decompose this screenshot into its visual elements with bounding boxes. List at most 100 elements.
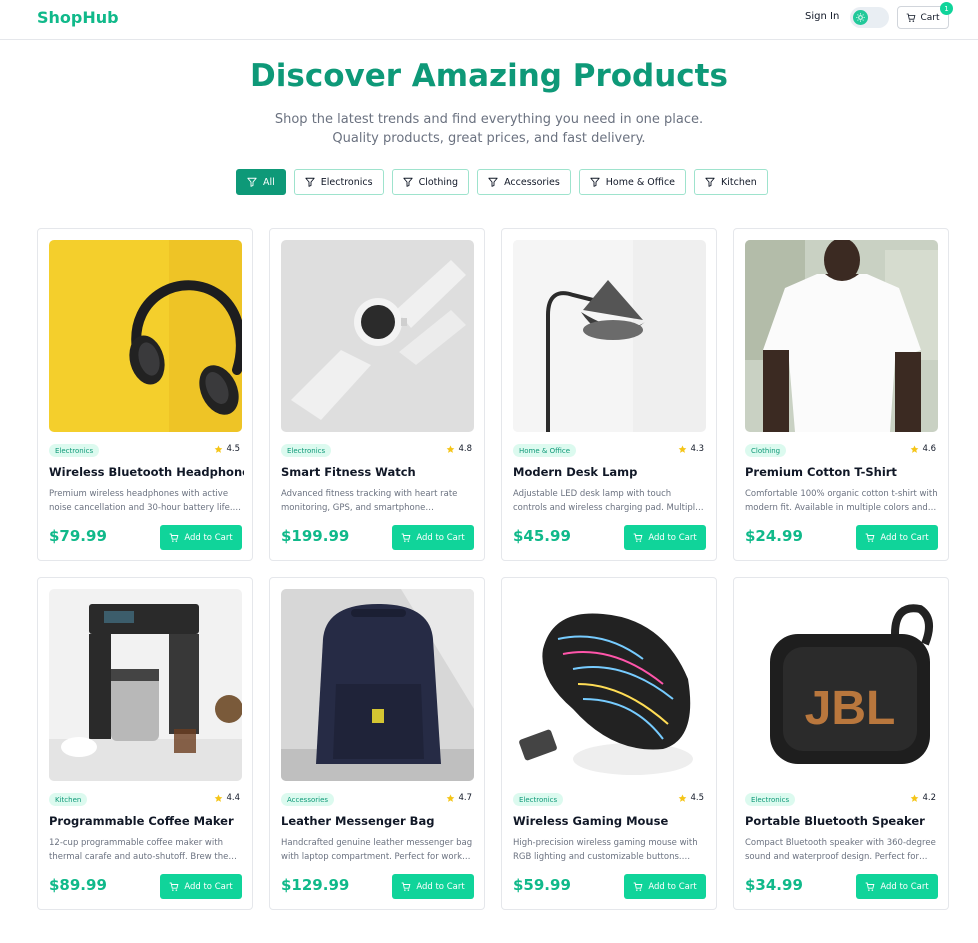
product-name[interactable]: Smart Fitness Watch <box>281 465 476 479</box>
category-badge: Electronics <box>513 793 564 806</box>
product-image[interactable] <box>513 240 706 432</box>
product-card[interactable]: Clothing 4.6 Premium Cotton T-Shirt Comfort… <box>733 228 949 561</box>
filter-clothing[interactable]: Clothing <box>391 169 470 195</box>
add-to-cart-button[interactable]: Add to Cart <box>856 874 938 899</box>
product-name[interactable]: Modern Desk Lamp <box>513 465 708 479</box>
cart-icon <box>401 533 411 543</box>
product-image[interactable] <box>513 589 706 781</box>
product-name[interactable]: Leather Messenger Bag <box>281 814 476 828</box>
product-card[interactable]: Home & Office 4.3 Modern Desk Lamp Adjustab… <box>501 228 717 561</box>
product-description: Advanced fitness tracking with heart rat… <box>281 489 458 513</box>
filter-accessories[interactable]: Accessories <box>477 169 571 195</box>
product-description: Compact Bluetooth speaker with 360-degre… <box>745 838 936 862</box>
add-to-cart-label: Add to Cart <box>184 532 233 543</box>
product-description: 12-cup programmable coffee maker with th… <box>49 838 229 862</box>
product-meta: Kitchen 4.4 <box>49 793 242 807</box>
star-icon <box>678 445 687 454</box>
star-icon <box>446 794 455 803</box>
filter-icon <box>590 177 600 187</box>
cart-icon <box>633 882 643 892</box>
cart-icon <box>865 533 875 543</box>
product-description: Premium wireless headphones with active … <box>49 489 233 513</box>
product-image[interactable] <box>49 589 242 781</box>
rating-value: 4.8 <box>458 444 472 454</box>
cart-icon <box>169 882 179 892</box>
cart-icon <box>907 13 916 22</box>
product-card[interactable]: Electronics 4.5 Wireless Gaming Mouse High-… <box>501 577 717 910</box>
add-to-cart-button[interactable]: Add to Cart <box>624 874 706 899</box>
cart-icon <box>865 882 875 892</box>
product-rating: 4.7 <box>446 793 472 803</box>
product-name[interactable]: Premium Cotton T-Shirt <box>745 465 940 479</box>
product-name[interactable]: Programmable Coffee Maker <box>49 814 244 828</box>
rating-value: 4.7 <box>458 793 472 803</box>
rating-value: 4.4 <box>226 793 240 803</box>
product-card[interactable]: Kitchen 4.4 Programmable Coffee Maker 12-cu… <box>37 577 253 910</box>
brand-logo[interactable]: ShopHub <box>37 8 119 27</box>
filter-icon <box>488 177 498 187</box>
add-to-cart-label: Add to Cart <box>880 881 929 892</box>
filter-home-office[interactable]: Home & Office <box>578 169 687 195</box>
category-badge: Clothing <box>745 444 787 457</box>
product-meta: Clothing 4.6 <box>745 444 938 458</box>
product-name[interactable]: Portable Bluetooth Speaker <box>745 814 940 828</box>
filter-label: Kitchen <box>721 176 757 188</box>
sun-icon <box>853 10 868 25</box>
product-meta: Electronics 4.5 <box>513 793 706 807</box>
cart-label: Cart <box>920 12 940 23</box>
page-title: Discover Amazing Products <box>250 58 728 94</box>
product-card[interactable]: Electronics 4.5 Wireless Bluetooth Headpho… <box>37 228 253 561</box>
product-name[interactable]: Wireless Bluetooth Headphones <box>49 465 244 479</box>
add-to-cart-label: Add to Cart <box>184 881 233 892</box>
add-to-cart-button[interactable]: Add to Cart <box>856 525 938 550</box>
add-to-cart-button[interactable]: Add to Cart <box>160 525 242 550</box>
product-price: $34.99 <box>745 876 803 894</box>
rating-value: 4.2 <box>922 793 936 803</box>
product-image[interactable] <box>281 589 474 781</box>
add-to-cart-button[interactable]: Add to Cart <box>160 874 242 899</box>
star-icon <box>910 794 919 803</box>
page-subtitle: Shop the latest trends and find everythi… <box>274 112 704 146</box>
product-image[interactable] <box>49 240 242 432</box>
add-to-cart-label: Add to Cart <box>416 532 465 543</box>
product-meta: Electronics 4.5 <box>49 444 242 458</box>
product-image[interactable] <box>281 240 474 432</box>
product-price: $59.99 <box>513 876 571 894</box>
filter-label: Home & Office <box>605 176 676 188</box>
theme-toggle[interactable] <box>850 7 889 28</box>
product-image[interactable]: JBL <box>745 589 938 781</box>
filter-electronics[interactable]: Electronics <box>293 169 384 195</box>
rating-value: 4.3 <box>690 444 704 454</box>
add-to-cart-button[interactable]: Add to Cart <box>392 525 474 550</box>
rating-value: 4.6 <box>922 444 936 454</box>
product-price: $89.99 <box>49 876 107 894</box>
product-card[interactable]: JBL Electronics 4.2 Portable Bluetooth Spea… <box>733 577 949 910</box>
add-to-cart-label: Add to Cart <box>416 881 465 892</box>
top-nav: ShopHub Sign In Cart 1 <box>0 0 978 40</box>
cart-count-badge: 1 <box>940 2 953 15</box>
add-to-cart-button[interactable]: Add to Cart <box>624 525 706 550</box>
filter-kitchen[interactable]: Kitchen <box>694 169 768 195</box>
product-image[interactable] <box>745 240 938 432</box>
product-price: $79.99 <box>49 527 107 545</box>
product-card[interactable]: Electronics 4.8 Smart Fitness Watch Advance… <box>269 228 485 561</box>
product-name[interactable]: Wireless Gaming Mouse <box>513 814 708 828</box>
filter-all[interactable]: All <box>236 169 286 195</box>
star-icon <box>446 445 455 454</box>
filter-icon <box>705 177 715 187</box>
category-filters: All Electronics Clothing Accessories Home & … <box>236 169 768 195</box>
product-description: High-precision wireless gaming mouse wit… <box>513 838 698 862</box>
product-price: $24.99 <box>745 527 803 545</box>
category-badge: Kitchen <box>49 793 88 806</box>
svg-text:JBL: JBL <box>805 682 896 735</box>
filter-icon <box>247 177 257 187</box>
filter-icon <box>402 177 413 187</box>
add-to-cart-button[interactable]: Add to Cart <box>392 874 474 899</box>
product-meta: Home & Office 4.3 <box>513 444 706 458</box>
product-description: Adjustable LED desk lamp with touch cont… <box>513 489 701 513</box>
product-card[interactable]: Accessories 4.7 Leather Messenger Bag Handc… <box>269 577 485 910</box>
sign-in-link[interactable]: Sign In <box>805 11 839 22</box>
add-to-cart-label: Add to Cart <box>880 532 929 543</box>
filter-label: All <box>263 176 275 188</box>
filter-label: Clothing <box>418 176 459 188</box>
